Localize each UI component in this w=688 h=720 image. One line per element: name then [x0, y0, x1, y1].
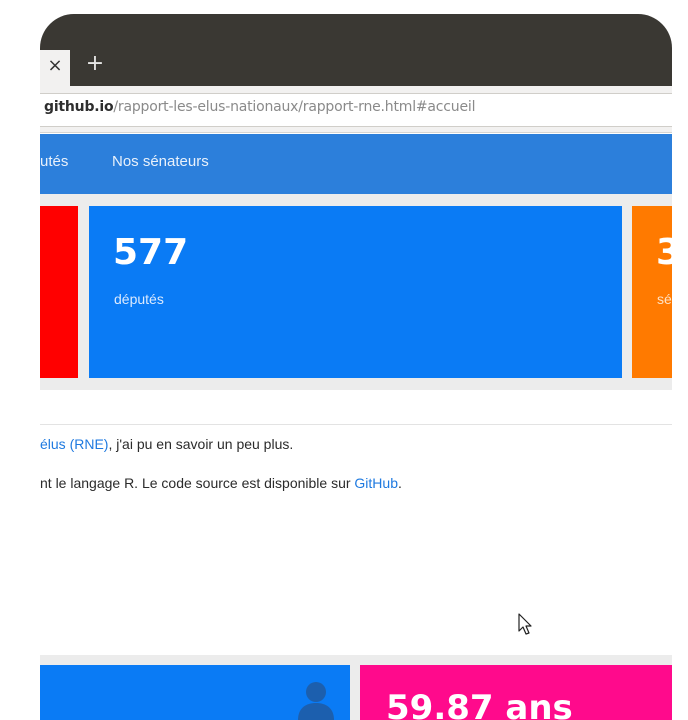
source-paragraph: nt le langage R. Le code source est disp… [40, 475, 402, 491]
source-end: . [398, 475, 402, 491]
stat-box-red [40, 206, 78, 378]
browser-titlebar [40, 14, 672, 86]
intro-text: , j'ai pu en savoir un peu plus. [108, 436, 294, 452]
address-text[interactable]: github.io/rapport-les-elus-nationaux/rap… [44, 99, 475, 115]
url-path: /rapport-les-elus-nationaux/rapport-rne.… [113, 99, 476, 115]
senateurs-count: 3 [656, 232, 682, 273]
nav-link-deputes[interactable]: utés [40, 153, 68, 170]
source-text: nt le langage R. Le code source est disp… [40, 475, 355, 491]
mouse-cursor-icon [518, 613, 532, 635]
tab-close-icon[interactable]: × [46, 54, 64, 78]
senateurs-label: sé [657, 291, 672, 307]
screen: × + github.io/rapport-les-elus-nationaux… [0, 0, 688, 720]
url-host: github.io [44, 99, 114, 115]
rne-link[interactable]: élus (RNE) [40, 436, 108, 452]
section-divider [40, 424, 672, 425]
average-age-value: 59.87 ans [386, 688, 573, 720]
github-link[interactable]: GitHub [354, 475, 398, 491]
person-icon [298, 682, 334, 720]
nav-link-senateurs[interactable]: Nos sénateurs [112, 153, 209, 170]
deputes-count: 577 [113, 232, 189, 273]
deputes-label: députés [114, 291, 164, 307]
intro-paragraph: élus (RNE), j'ai pu en savoir un peu plu… [40, 436, 293, 452]
new-tab-icon[interactable]: + [84, 52, 106, 76]
